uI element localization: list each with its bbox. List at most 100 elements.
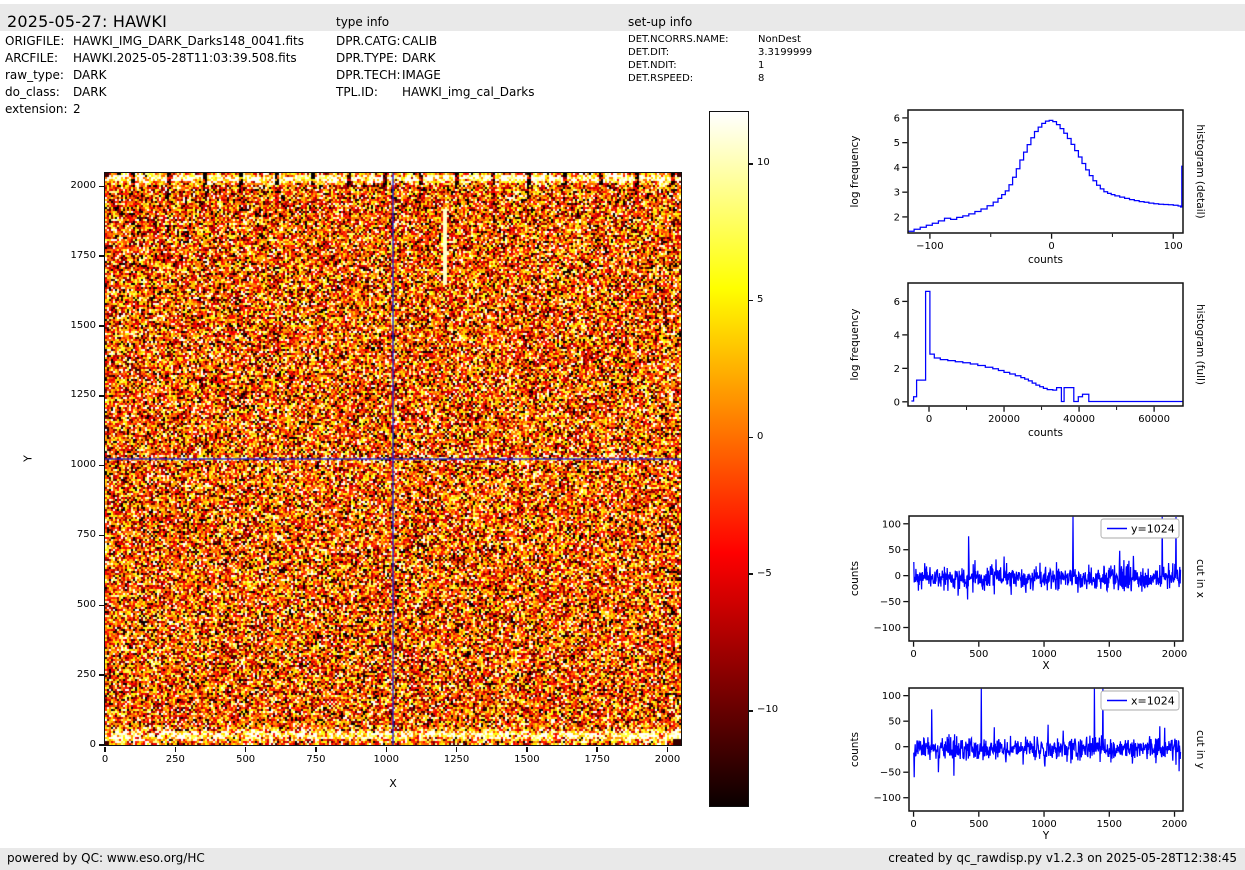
info-label: TPL.ID: (336, 84, 402, 101)
side-label: cut in y (1194, 730, 1206, 769)
info-value: CALIB (402, 34, 437, 48)
y-tick-label: 100 (882, 519, 901, 530)
y-tick-label: 6 (894, 113, 900, 124)
x-tick-label: 2000 (1162, 819, 1187, 830)
x-tick (526, 747, 528, 752)
y-tick-label: 5 (894, 138, 900, 149)
x-tick (245, 747, 247, 752)
colorbar-tick (748, 710, 753, 712)
y-tick-label: 3 (894, 188, 900, 199)
info-label: raw_type: (5, 67, 73, 84)
y-tick (99, 744, 104, 746)
x-tick-label: 0 (926, 414, 932, 425)
y-tick-label: −100 (874, 623, 901, 634)
info-value: IMAGE (402, 68, 441, 82)
x-tick-label: 750 (294, 754, 338, 765)
x-tick-label: 1250 (435, 754, 479, 765)
x-tick-label: 20000 (988, 414, 1020, 425)
y-tick (99, 255, 104, 257)
type-info-heading: type info (336, 15, 389, 29)
x-tick-label: 1000 (1031, 649, 1056, 660)
legend-label: y=1024 (1131, 523, 1175, 536)
info-row: DET.RSPEED:8 (628, 72, 764, 85)
x-tick-label: 2000 (646, 754, 690, 765)
x-axis-label: counts (1028, 254, 1063, 266)
y-tick-label: 2000 (58, 180, 96, 191)
y-tick (99, 605, 104, 607)
y-tick-label: 2 (894, 364, 900, 375)
x-tick-label: 1500 (1097, 819, 1122, 830)
x-tick-label: 0 (83, 754, 127, 765)
info-value: DARK (402, 51, 435, 65)
info-value: HAWKI.2025-05-28T11:03:39.508.fits (73, 51, 297, 65)
y-axis-label: log frequency (849, 135, 861, 207)
y-tick (99, 186, 104, 188)
y-tick (99, 535, 104, 537)
chart-line-hist_full (911, 291, 1183, 401)
x-tick (456, 747, 458, 752)
y-axis-label: log frequency (849, 308, 861, 380)
info-label: do_class: (5, 84, 73, 101)
y-tick-label: 100 (882, 691, 901, 702)
info-label: ORIGFILE: (5, 33, 73, 50)
info-row: DET.NCORRS.NAME:NonDest (628, 33, 801, 46)
detector-image-canvas (105, 173, 681, 745)
info-row: DPR.TECH:IMAGE (336, 67, 441, 84)
y-tick-label: 1000 (58, 459, 96, 470)
x-tick-label: 1500 (505, 754, 549, 765)
info-value: 3.3199999 (758, 47, 812, 58)
y-tick-label: 250 (58, 669, 96, 680)
x-tick-label: 1000 (364, 754, 408, 765)
colorbar-tick-label: 10 (757, 157, 770, 168)
y-tick-label: 750 (58, 529, 96, 540)
footer-bar: powered by QC: www.eso.org/HC created by… (0, 848, 1245, 870)
main-y-axis-label: Y (22, 449, 35, 469)
x-tick (175, 747, 177, 752)
y-tick-label: 2 (894, 212, 900, 223)
side-label: histogram (detail) (1194, 124, 1206, 218)
colorbar-tick (748, 163, 753, 165)
info-row: ORIGFILE:HAWKI_IMG_DARK_Darks148_0041.fi… (5, 33, 304, 50)
setup-info-heading: set-up info (628, 15, 692, 29)
y-tick-label: 0 (895, 742, 901, 753)
axes-box-hist_detail (908, 110, 1183, 233)
x-axis-label: X (1042, 660, 1049, 672)
info-label: DET.NCORRS.NAME: (628, 33, 758, 46)
x-tick-label: 0 (1048, 241, 1054, 252)
info-label: DET.NDIT: (628, 59, 758, 72)
y-tick-label: 6 (894, 297, 900, 308)
x-tick-label: 2000 (1162, 649, 1187, 660)
x-tick (315, 747, 317, 752)
x-tick-label: −100 (916, 241, 943, 252)
y-tick (99, 674, 104, 676)
info-row: raw_type:DARK (5, 67, 106, 84)
y-tick-label: 1750 (58, 250, 96, 261)
side-label: cut in x (1194, 559, 1206, 598)
chart-line-hist_detail (908, 120, 1183, 231)
info-row: ARCFILE:HAWKI.2025-05-28T11:03:39.508.fi… (5, 50, 297, 67)
info-label: DPR.CATG: (336, 33, 402, 50)
info-value: 1 (758, 60, 764, 71)
report-title: 2025-05-27: HAWKI (7, 12, 167, 31)
colorbar-tick (748, 437, 753, 439)
side-panels: −100 0 100 2 3 4 5 6 counts log frequency histogra… (820, 85, 1240, 855)
y-tick-label: 4 (894, 163, 900, 174)
y-tick-label: −50 (880, 768, 901, 779)
x-axis-label: counts (1028, 427, 1063, 439)
x-tick (667, 747, 669, 752)
y-tick-label: 1250 (58, 389, 96, 400)
x-tick-label: 500 (969, 649, 988, 660)
info-label: extension: (5, 101, 73, 118)
info-value: HAWKI_img_cal_Darks (402, 85, 535, 99)
footer-left-text: powered by QC: www.eso.org/HC (7, 851, 205, 865)
y-tick-label: −50 (880, 597, 901, 608)
qc-report-page: { "header": { "title": "2025-05-27: HAWK… (0, 0, 1245, 870)
x-tick-label: 1500 (1097, 649, 1122, 660)
info-row: DPR.CATG:CALIB (336, 33, 437, 50)
colorbar-frame (709, 111, 749, 807)
info-value: DARK (73, 85, 106, 99)
x-tick-label: 1750 (575, 754, 619, 765)
colorbar-tick (748, 573, 753, 575)
y-tick-label: 0 (58, 739, 96, 750)
info-label: DET.RSPEED: (628, 72, 758, 85)
